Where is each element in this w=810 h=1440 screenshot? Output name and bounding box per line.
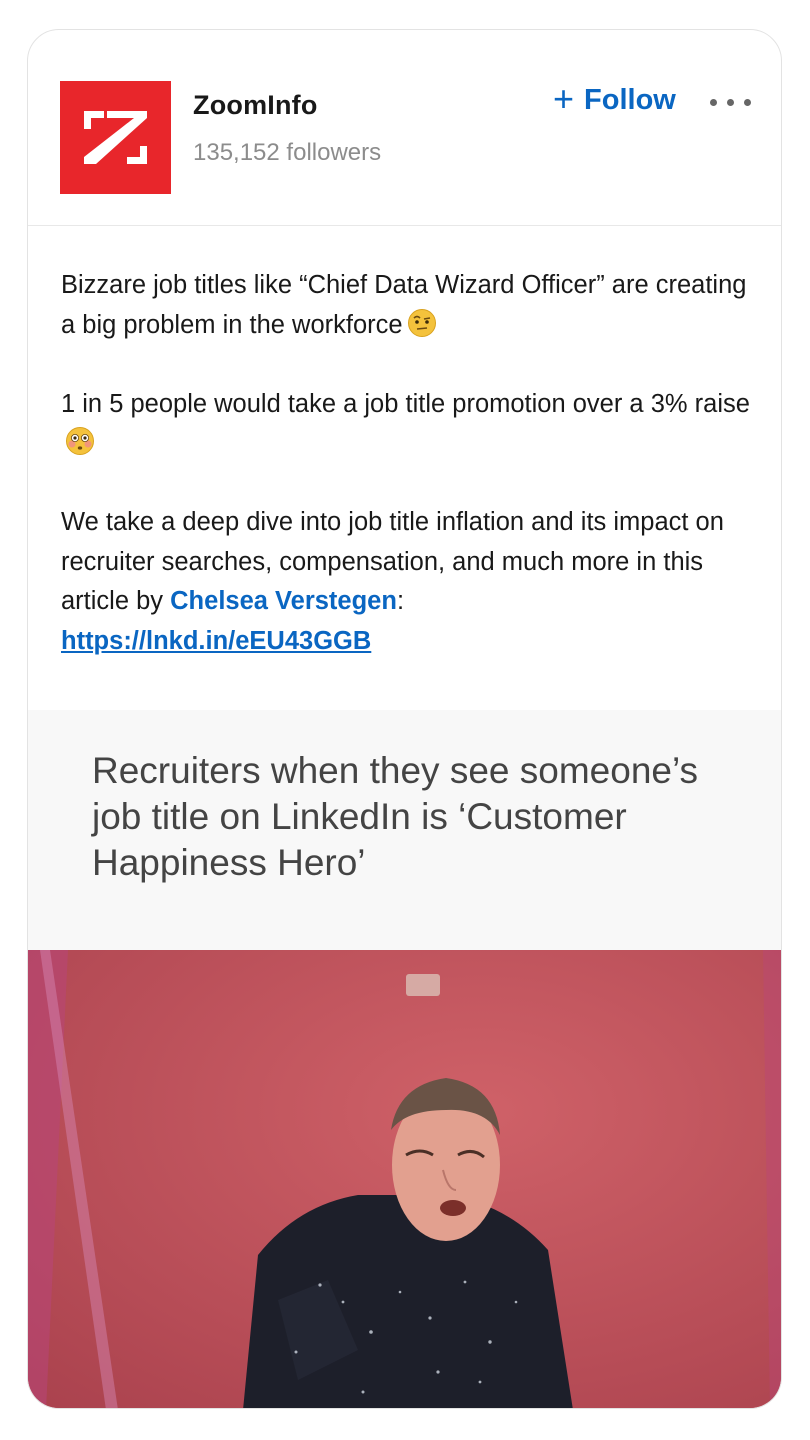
plus-icon: + bbox=[553, 77, 575, 119]
mention-link[interactable]: Chelsea Verstegen bbox=[170, 587, 397, 615]
more-dot bbox=[744, 99, 751, 106]
company-logo[interactable] bbox=[60, 81, 171, 194]
more-options-icon[interactable] bbox=[708, 92, 752, 112]
more-dot bbox=[727, 99, 734, 106]
flushed-face-emoji-icon bbox=[66, 427, 94, 455]
follow-button[interactable]: + Follow bbox=[553, 77, 676, 119]
raised-eyebrow-emoji-icon bbox=[407, 308, 436, 337]
article-link[interactable]: https://lnkd.in/eEU43GGB bbox=[61, 627, 371, 655]
post-text-2: 1 in 5 people would take a job title pro… bbox=[61, 389, 750, 418]
post-text-colon: : bbox=[396, 587, 405, 615]
meme-caption: Recruiters when they see someone’s job t… bbox=[92, 750, 699, 883]
post-paragraph-2: 1 in 5 people would take a job title pro… bbox=[61, 385, 751, 464]
post-text-1: Bizzare job titles like “Chief Data Wiza… bbox=[61, 271, 747, 339]
company-name[interactable]: ZoomInfo bbox=[193, 90, 318, 121]
follower-count: 135,152 followers bbox=[193, 139, 382, 166]
post-paragraph-3: We take a deep dive into job title infla… bbox=[61, 503, 751, 661]
meme-gif-image bbox=[28, 950, 781, 1408]
post-media[interactable]: Recruiters when they see someone’s job t… bbox=[28, 710, 781, 1408]
meme-gif[interactable] bbox=[28, 950, 781, 1408]
post-card: ZoomInfo 135,152 followers + Follow Bizz… bbox=[27, 29, 782, 1409]
meme-caption-area: Recruiters when they see someone’s job t… bbox=[28, 710, 781, 950]
post-header: ZoomInfo 135,152 followers + Follow bbox=[28, 30, 781, 226]
more-dot bbox=[710, 99, 717, 106]
post-body: Bizzare job titles like “Chief Data Wiza… bbox=[61, 266, 751, 661]
zoominfo-logo-icon bbox=[84, 111, 147, 164]
follow-label: Follow bbox=[584, 84, 676, 116]
post-paragraph-1: Bizzare job titles like “Chief Data Wiza… bbox=[61, 266, 751, 345]
